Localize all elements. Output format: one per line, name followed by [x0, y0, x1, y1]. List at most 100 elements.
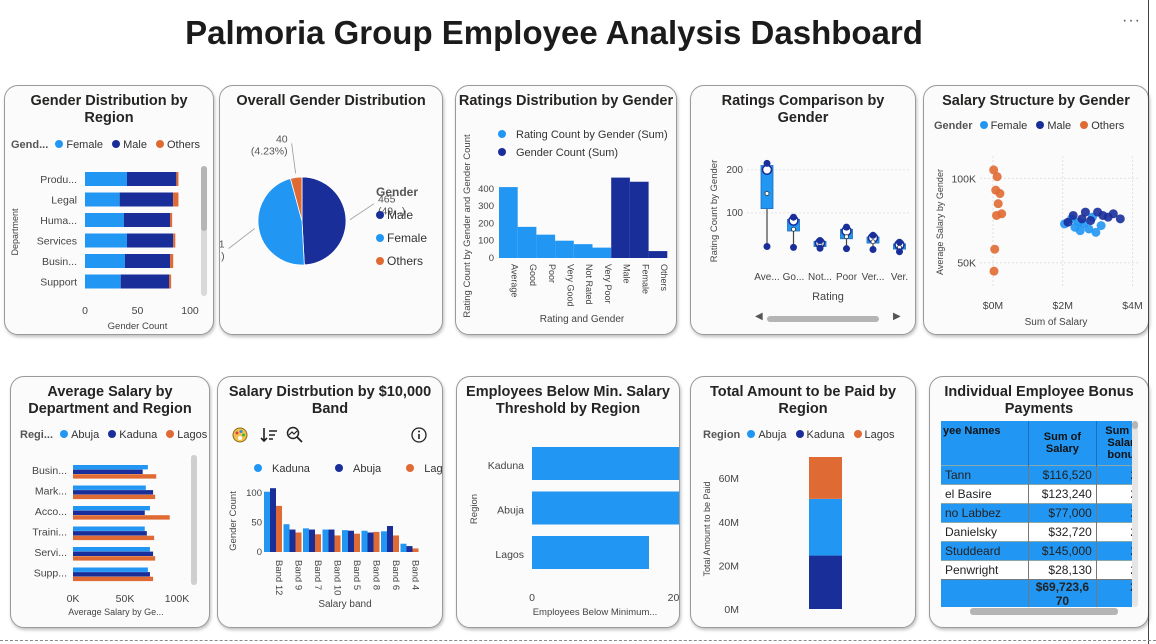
x-tick-label: Others [659, 264, 669, 292]
bar-employees-below-min [532, 491, 679, 525]
card-ratings-comparison[interactable]: Ratings Comparison by Gender 100 200 Ave..… [690, 85, 916, 335]
category-label: Traini... [32, 527, 67, 539]
x-tick-label: Ver... [862, 272, 885, 283]
bar-abuja [328, 529, 335, 552]
bar-rating-count [499, 187, 518, 258]
y-axis-label: Total Amount to be Paid [702, 481, 712, 576]
box-min-marker [763, 243, 771, 251]
x-axis-label: Rating [812, 291, 844, 303]
table-row[interactable]: el Basire$123,2402.0 [941, 483, 1132, 503]
y-axis-label: Gender Count [228, 491, 239, 551]
more-options-icon[interactable]: ··· [1122, 12, 1141, 30]
total-bonus: 2.0 [1095, 578, 1132, 607]
scroll-left-icon[interactable]: ◀ [755, 311, 763, 322]
scatter-point-others [990, 244, 1000, 254]
card-salary-structure[interactable]: Salary Structure by Gender Gender Female… [923, 85, 1149, 335]
y-tick-label: 0M [724, 604, 739, 616]
y-tick-label: 300 [478, 201, 494, 212]
scatter-point-others [991, 210, 1001, 220]
scatter-point-male [1080, 207, 1090, 217]
cell-salary: $123,240 [1028, 483, 1097, 503]
bar-female [85, 274, 121, 289]
total-label [941, 578, 1029, 607]
avg-salary-chart: Busin... Mark... Acco... Traini... Servi... S… [32, 465, 189, 617]
bonus-horizontal-scrollbar[interactable] [970, 608, 1118, 615]
female-dot-icon [376, 234, 384, 242]
box-mean-marker [844, 234, 849, 240]
bar-kaduna [73, 469, 143, 474]
box-max-marker [816, 236, 824, 244]
bar-lagos [393, 535, 399, 552]
category-label: Kaduna [488, 460, 524, 472]
category-label: Support [40, 277, 77, 289]
y-axis-label: Rating Count by Gender and Gender Count [462, 134, 473, 318]
scatter-point-others [993, 199, 1003, 209]
box-min-marker [816, 244, 824, 252]
y-tick-label: 50 [251, 517, 262, 528]
card-total-paid[interactable]: Total Amount to be Paid by Region Region… [690, 376, 916, 628]
table-row[interactable]: Penwright$28,1302.0 [941, 559, 1132, 579]
box-mean-marker [870, 239, 876, 245]
bar-kaduna [361, 530, 368, 552]
table-row[interactable]: Studdeard$145,0002.0 [941, 540, 1132, 560]
bar-lagos [73, 556, 156, 561]
bar-others [170, 254, 174, 268]
cell-salary: $116,520 [1028, 464, 1097, 484]
bar-kaduna [73, 490, 154, 495]
x-tick-label: Ver. [891, 272, 908, 283]
cell-bonus: 2.0 [1095, 540, 1132, 560]
x-tick-label: 0 [529, 592, 535, 604]
cell-name: Tann [941, 464, 1029, 484]
table-row[interactable]: no Labbez$77,0002.0 [941, 502, 1132, 522]
scroll-right-icon[interactable]: ▶ [893, 311, 901, 322]
horizontal-scrollbar[interactable]: ◀ ▶ [755, 311, 905, 324]
bar-female [85, 233, 127, 248]
card-avg-salary[interactable]: Average Salary by Department and Region … [10, 376, 210, 628]
card-below-min[interactable]: Employees Below Min. Salary Threshold by… [456, 376, 680, 628]
x-tick-label: $0M [983, 300, 1003, 312]
column-header-name[interactable]: yee Names [941, 421, 1029, 465]
pie-leader-line [291, 143, 297, 174]
column-header-salary[interactable]: Sum of Salary [1028, 421, 1097, 465]
bar-abuja [309, 529, 315, 552]
table-header-row: yee Names Sum of Salary Sum of Salary bo… [941, 421, 1132, 465]
bonus-table: yee Names Sum of Salary Sum of Salary bo… [941, 421, 1132, 607]
box-max-marker [869, 231, 877, 239]
x-tick-label: Very Poor [603, 264, 613, 304]
x-tick-label: $4M [1122, 300, 1142, 312]
box-max-marker [843, 223, 850, 231]
cell-name: Penwright [941, 559, 1029, 579]
total-paid-chart: 0M 20M 40M 60M Total Amount to be Paid [702, 457, 842, 616]
card-gender-region[interactable]: Gender Distribution by Region Gend... Fe… [4, 85, 214, 335]
card-ratings-dist[interactable]: Ratings Distribution by Gender Rating Co… [455, 85, 677, 335]
card-salary-band[interactable]: Salary Distrbution by $10,000 Band Kadun… [217, 376, 443, 628]
bonus-vertical-scrollbar[interactable] [1132, 421, 1138, 607]
bar-abuja [289, 529, 296, 552]
table-row[interactable]: Danielsky$32,7202.0 [941, 521, 1132, 541]
y-tick-label: 200 [726, 165, 743, 176]
cell-salary: $28,130 [1028, 559, 1097, 579]
x-tick-label: Good [528, 264, 538, 286]
x-tick-label: Male [622, 264, 632, 284]
category-label: Mark... [35, 486, 67, 498]
x-tick-label: Band 8 [371, 560, 382, 590]
x-tick-label: Band 12 [273, 560, 284, 595]
card-overall-gender[interactable]: Overall Gender Distribution 465(49...)44… [219, 85, 443, 335]
bar-lagos [276, 505, 282, 552]
bar-kaduna [303, 528, 309, 552]
y-tick-label: 0 [489, 253, 494, 264]
table-row[interactable]: Tann$116,5202.0 [941, 464, 1132, 484]
bar-gender-count [611, 177, 630, 258]
x-tick-label: Not... [808, 272, 832, 283]
scatter-point-others [995, 189, 1005, 199]
x-tick-label: Female [640, 264, 650, 294]
y-tick-label: 400 [478, 184, 494, 195]
cell-bonus: 2.0 [1095, 502, 1132, 522]
scatter-point-others [992, 172, 1002, 182]
bar-kaduna [809, 498, 842, 556]
column-header-bonus[interactable]: Sum of Salary bonus [1095, 421, 1132, 465]
table-total-row: $69,723,6702.0 [941, 578, 1132, 607]
y-tick-label: 200 [478, 218, 494, 229]
bar-abuja [387, 526, 393, 552]
x-tick-label: Band 4 [410, 560, 421, 590]
